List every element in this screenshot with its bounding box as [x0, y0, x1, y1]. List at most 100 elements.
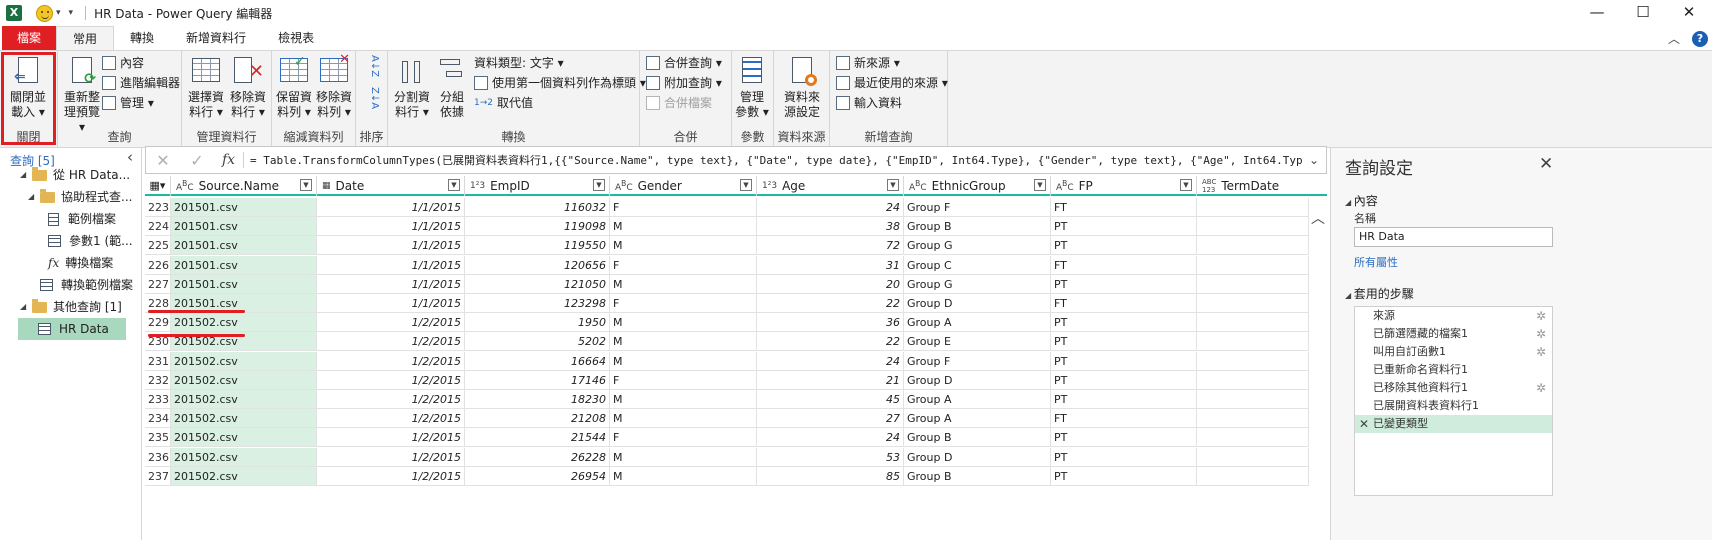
cell-termdate[interactable]	[1197, 390, 1309, 409]
cell-source-name[interactable]: 201502.csv	[171, 390, 317, 409]
row-number[interactable]: 229	[145, 313, 171, 333]
cell-age[interactable]: 22	[757, 294, 904, 313]
filter-dropdown-icon[interactable]: ▼	[1034, 179, 1046, 191]
column-header-fp[interactable]: ABC FP ▼	[1051, 176, 1197, 196]
merge-queries-button[interactable]: 合併查詢 ▾	[646, 53, 722, 73]
cell-age[interactable]: 53	[757, 447, 904, 467]
properties-button[interactable]: 內容	[102, 53, 144, 73]
row-number[interactable]: 225	[145, 236, 171, 256]
replace-values-button[interactable]: 1→2 取代值	[474, 93, 533, 113]
cell-gender[interactable]: F	[610, 370, 757, 390]
filter-dropdown-icon[interactable]: ▼	[300, 179, 312, 191]
cell-gender[interactable]: M	[610, 390, 757, 409]
step-settings-gear-icon[interactable]: ✲	[1536, 379, 1546, 397]
cell-empid[interactable]: 123298	[465, 294, 610, 313]
cell-age[interactable]: 24	[757, 198, 904, 217]
cell-empid[interactable]: 18230	[465, 390, 610, 409]
row-number[interactable]: 237	[145, 466, 171, 486]
cell-fp[interactable]: PT	[1051, 274, 1197, 294]
cell-age[interactable]: 24	[757, 351, 904, 371]
cell-termdate[interactable]	[1197, 466, 1309, 486]
cell-age[interactable]: 31	[757, 255, 904, 275]
column-header-date[interactable]: ▦ Date ▼	[317, 176, 465, 196]
column-header-empid[interactable]: 1²3 EmpID ▼	[465, 176, 610, 196]
cell-age[interactable]: 20	[757, 274, 904, 294]
data-source-settings-button[interactable]: 資料來 源設定	[780, 55, 824, 120]
cell-ethnicgroup[interactable]: Group F	[904, 351, 1051, 371]
close-settings-icon[interactable]: ✕	[1539, 154, 1553, 174]
cell-ethnicgroup[interactable]: Group G	[904, 274, 1051, 294]
column-header-gender[interactable]: ABC Gender ▼	[610, 176, 757, 196]
cell-gender[interactable]: M	[610, 274, 757, 294]
cell-ethnicgroup[interactable]: Group G	[904, 236, 1051, 256]
cell-termdate[interactable]	[1197, 313, 1309, 333]
tab-transform[interactable]: 轉換	[114, 26, 170, 50]
cell-termdate[interactable]	[1197, 217, 1309, 237]
cell-date[interactable]: 1/2/2015	[317, 466, 465, 486]
column-header-source-name[interactable]: ABC Source.Name ▼	[171, 176, 317, 196]
keep-rows-button[interactable]: ✓ 保留資 料列 ▾	[272, 55, 316, 120]
cell-source-name[interactable]: 201502.csv	[171, 447, 317, 467]
step-item-active[interactable]: ✕ 已變更類型	[1355, 415, 1552, 433]
cell-date[interactable]: 1/1/2015	[317, 294, 465, 313]
query-folder-other[interactable]: ◢ 其他查詢 [1]	[20, 296, 122, 318]
advanced-editor-button[interactable]: 進階編輯器	[102, 73, 180, 93]
cell-ethnicgroup[interactable]: Group B	[904, 428, 1051, 448]
cell-date[interactable]: 1/2/2015	[317, 351, 465, 371]
cell-date[interactable]: 1/1/2015	[317, 274, 465, 294]
fx-icon[interactable]: fx	[214, 152, 244, 168]
tab-view[interactable]: 檢視表	[262, 26, 330, 50]
manage-parameters-button[interactable]: 管理 參數 ▾	[732, 55, 772, 120]
cell-date[interactable]: 1/1/2015	[317, 217, 465, 237]
cell-date[interactable]: 1/2/2015	[317, 409, 465, 429]
choose-columns-button[interactable]: 選擇資 料行 ▾	[184, 55, 228, 120]
cell-termdate[interactable]	[1197, 447, 1309, 467]
row-number[interactable]: 233	[145, 390, 171, 409]
filter-dropdown-icon[interactable]: ▼	[887, 179, 899, 191]
cell-empid[interactable]: 21208	[465, 409, 610, 429]
cell-date[interactable]: 1/2/2015	[317, 332, 465, 352]
step-settings-gear-icon[interactable]: ✲	[1536, 325, 1546, 343]
delete-step-icon[interactable]: ✕	[1359, 415, 1369, 433]
cell-empid[interactable]: 120656	[465, 255, 610, 275]
refresh-preview-button[interactable]: ⟳ 重新整 理預覽 ▾	[60, 55, 104, 135]
query-item-sample-file[interactable]: 範例檔案	[48, 208, 116, 230]
step-item[interactable]: 已篩選隱藏的檔案1 ✲	[1355, 325, 1552, 343]
help-icon[interactable]: ?	[1692, 30, 1708, 47]
cell-empid[interactable]: 121050	[465, 274, 610, 294]
query-item-transform-sample-file[interactable]: 轉換範例檔案	[40, 274, 133, 296]
cell-ethnicgroup[interactable]: Group C	[904, 255, 1051, 275]
step-item[interactable]: 已展開資料表資料行1	[1355, 397, 1552, 415]
cell-fp[interactable]: FT	[1051, 255, 1197, 275]
cell-source-name[interactable]: 201502.csv	[171, 313, 317, 333]
column-header-age[interactable]: 1²3 Age ▼	[757, 176, 904, 196]
cell-ethnicgroup[interactable]: Group A	[904, 390, 1051, 409]
enter-data-button[interactable]: 輸入資料	[836, 93, 902, 113]
filter-dropdown-icon[interactable]: ▼	[1180, 179, 1192, 191]
remove-columns-button[interactable]: ✕ 移除資 料行 ▾	[226, 55, 270, 120]
row-number[interactable]: 226	[145, 255, 171, 275]
maximize-button[interactable]: ☐	[1620, 0, 1666, 26]
cell-ethnicgroup[interactable]: Group A	[904, 313, 1051, 333]
row-number[interactable]: 223	[145, 198, 171, 217]
cell-empid[interactable]: 16664	[465, 351, 610, 371]
use-first-row-as-headers-button[interactable]: 使用第一個資料列作為標頭 ▾	[474, 73, 646, 93]
row-number[interactable]: 235	[145, 428, 171, 448]
cell-gender[interactable]: M	[610, 466, 757, 486]
step-item[interactable]: 叫用自訂函數1 ✲	[1355, 343, 1552, 361]
query-name-input[interactable]: HR Data	[1354, 227, 1553, 247]
cell-fp[interactable]: FT	[1051, 294, 1197, 313]
cell-date[interactable]: 1/2/2015	[317, 428, 465, 448]
cell-gender[interactable]: M	[610, 409, 757, 429]
row-number[interactable]: 232	[145, 370, 171, 390]
cell-empid[interactable]: 17146	[465, 370, 610, 390]
minimize-button[interactable]: —	[1574, 0, 1620, 26]
cell-termdate[interactable]	[1197, 236, 1309, 256]
cell-empid[interactable]: 119550	[465, 236, 610, 256]
cell-age[interactable]: 85	[757, 466, 904, 486]
cell-ethnicgroup[interactable]: Group B	[904, 466, 1051, 486]
row-number[interactable]: 236	[145, 447, 171, 467]
cell-date[interactable]: 1/2/2015	[317, 447, 465, 467]
cell-empid[interactable]: 26954	[465, 466, 610, 486]
append-queries-button[interactable]: 附加查詢 ▾	[646, 73, 722, 93]
